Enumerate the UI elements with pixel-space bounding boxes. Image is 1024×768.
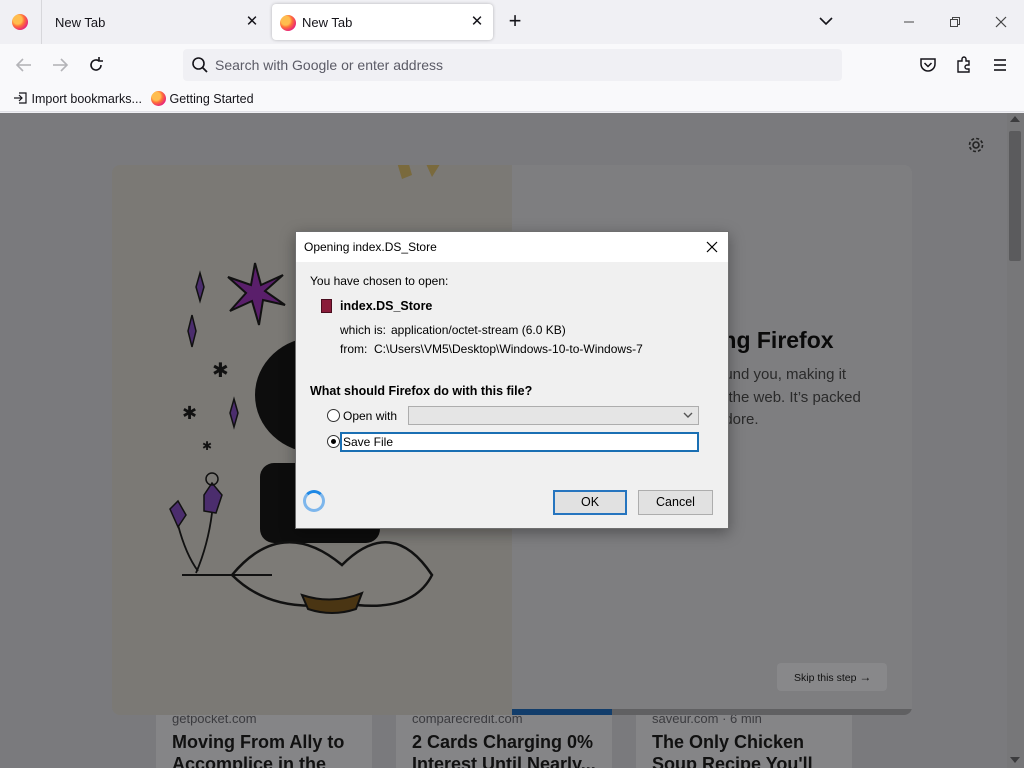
download-dialog: Opening index.DS_Store You have chosen t… <box>295 231 729 529</box>
onboarding-progress-track <box>612 709 912 715</box>
skip-step-button[interactable]: Skip this step → <box>777 663 887 691</box>
onboarding-progress-filled <box>512 709 612 715</box>
scroll-down-arrow-icon[interactable] <box>1010 757 1020 763</box>
firefox-icon <box>280 15 296 31</box>
tab-strip: New Tab ✕ New Tab ✕ + <box>0 0 1024 44</box>
file-type: application/octet-stream (6.0 KB) <box>391 323 566 337</box>
close-icon[interactable]: ✕ <box>467 12 487 32</box>
bookmark-label: Import bookmarks... <box>31 92 142 106</box>
svg-text:✱: ✱ <box>212 358 229 382</box>
pocket-icon[interactable] <box>916 53 940 77</box>
arrow-right-icon: → <box>859 670 872 684</box>
svg-text:✱: ✱ <box>182 403 197 424</box>
tab-new-tab-1[interactable]: New Tab ✕ <box>42 4 270 40</box>
minimize-icon[interactable] <box>897 10 921 34</box>
scrollbar-thumb[interactable] <box>1009 131 1021 261</box>
gear-icon[interactable] <box>966 135 986 155</box>
bookmarks-toolbar: Import bookmarks... Getting Started <box>0 86 1024 112</box>
story-title: 2 Cards Charging 0% Interest Until Nearl… <box>412 732 596 768</box>
chevron-down-icon <box>683 412 693 418</box>
bookmark-getting-started[interactable]: Getting Started <box>151 90 254 108</box>
open-with-select[interactable] <box>408 406 699 425</box>
save-file-label: Save File <box>343 435 394 449</box>
tab-title: New Tab <box>302 15 353 30</box>
onboarding-body: ound you, making it d the web. It’s pack… <box>716 366 861 428</box>
bookmark-label: Getting Started <box>169 92 254 106</box>
address-bar[interactable] <box>183 49 842 81</box>
tab-title: New Tab <box>55 15 106 30</box>
action-question: What should Firefox do with this file? <box>310 384 533 398</box>
chosen-label: You have chosen to open: <box>310 274 449 288</box>
firefox-view-button[interactable] <box>0 0 42 44</box>
extensions-icon[interactable] <box>952 53 976 77</box>
hamburger-menu-icon[interactable] <box>988 53 1012 77</box>
save-file-option[interactable]: Save File <box>340 432 699 452</box>
dialog-title: Opening index.DS_Store <box>304 240 437 254</box>
scroll-up-arrow-icon[interactable] <box>1010 116 1020 122</box>
import-icon <box>14 92 27 104</box>
loading-spinner-icon <box>303 490 325 512</box>
from-label: from: <box>340 342 368 356</box>
search-input[interactable] <box>215 49 815 81</box>
reload-icon[interactable] <box>84 53 108 77</box>
navigation-toolbar <box>0 44 1024 86</box>
open-with-radio[interactable] <box>327 409 340 422</box>
firefox-icon <box>151 91 166 106</box>
restore-icon[interactable] <box>943 10 967 34</box>
close-window-icon[interactable] <box>989 10 1013 34</box>
close-icon[interactable] <box>701 237 723 257</box>
onboarding-title: ing Firefox <box>716 327 834 353</box>
story-title: Moving From Ally to Accomplice in the An… <box>172 732 345 768</box>
open-with-label[interactable]: Open with <box>343 409 397 423</box>
close-icon[interactable]: ✕ <box>242 12 262 32</box>
new-tab-plus-icon[interactable]: + <box>503 8 527 36</box>
tab-new-tab-2[interactable]: New Tab ✕ <box>272 4 493 40</box>
file-source: C:\Users\VM5\Desktop\Windows-10-to-Windo… <box>374 342 643 356</box>
ok-button[interactable]: OK <box>553 490 627 515</box>
which-is-label: which is: <box>340 323 387 337</box>
dialog-titlebar: Opening index.DS_Store <box>296 232 728 262</box>
save-file-radio[interactable] <box>327 435 340 448</box>
chevron-down-icon[interactable] <box>814 12 838 32</box>
firefox-icon <box>12 14 28 30</box>
svg-text:✱: ✱ <box>202 439 212 453</box>
cancel-button[interactable]: Cancel <box>638 490 713 515</box>
file-name: index.DS_Store <box>340 299 433 313</box>
forward-arrow-icon[interactable] <box>48 53 72 77</box>
search-icon <box>192 57 208 73</box>
story-title: The Only Chicken Soup Recipe You'll Ever… <box>652 732 813 768</box>
bookmark-import[interactable]: Import bookmarks... <box>12 90 142 108</box>
back-arrow-icon[interactable] <box>12 53 36 77</box>
skip-step-label: Skip this step <box>794 672 857 684</box>
file-icon <box>321 299 332 313</box>
